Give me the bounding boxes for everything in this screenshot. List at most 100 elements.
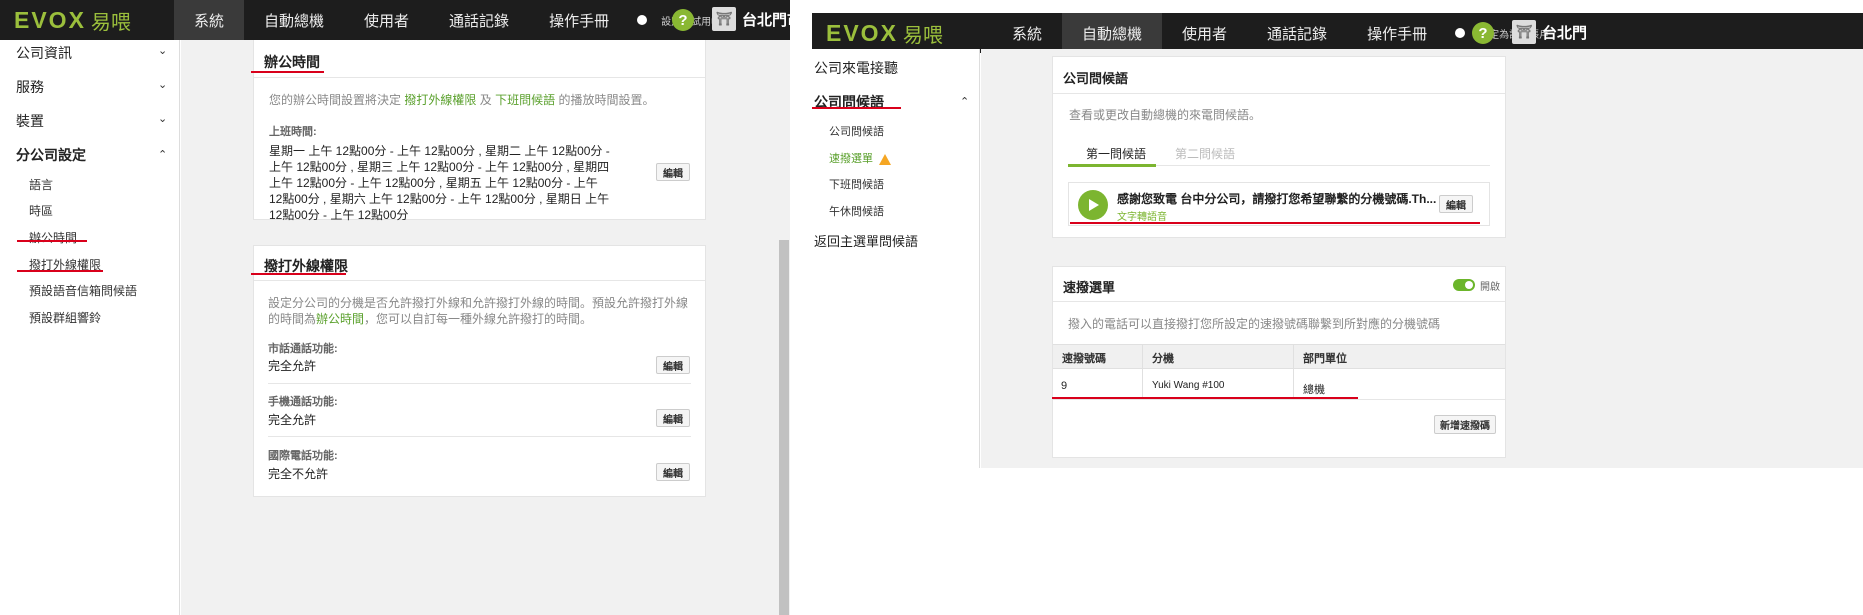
sidebar-item-branch-settings[interactable]: 分公司設定 <box>16 145 86 165</box>
warning-icon <box>879 153 891 165</box>
mobile-value: 完全允許 <box>268 413 317 427</box>
account-name: 台北門 <box>1542 24 1588 42</box>
tab-second-greeting[interactable]: 第二問候語 <box>1175 145 1235 162</box>
chevron-down-icon[interactable]: ⌄ <box>158 78 167 91</box>
edit-button[interactable]: 編輯 <box>656 163 690 181</box>
account-selector[interactable]: ⛩ 台北門市 <box>712 7 790 31</box>
card-title: 辦公時間 <box>264 54 320 70</box>
help-icon[interactable]: ? <box>1472 22 1494 44</box>
annotation-underline <box>1052 397 1358 399</box>
edit-mobile-button[interactable]: 編輯 <box>656 409 690 427</box>
sidebar-item-company-answering[interactable]: 公司來電接聽 <box>814 58 898 78</box>
outbound-link[interactable]: 撥打外線權限 <box>404 93 476 107</box>
evox-logo[interactable]: EVOX 易喂 <box>0 6 174 35</box>
sidebar-item-devices[interactable]: 裝置 <box>16 111 44 131</box>
nav-call-log[interactable]: 通話記錄 <box>1247 13 1347 53</box>
office-hours-description: 您的辦公時間設置將決定 撥打外線權限 及 下班問候語 的播放時間設置。 <box>269 92 699 108</box>
sidebar-subitem-company-greeting[interactable]: 公司問候語 <box>829 123 884 139</box>
sidebar-item-back-main[interactable]: 返回主選單問候語 <box>814 231 918 250</box>
annotation-underline <box>17 270 103 272</box>
add-speed-dial-button[interactable]: 新增速撥碼 <box>1434 415 1496 434</box>
logo-text: EVOX <box>14 6 86 33</box>
nav-manual[interactable]: 操作手冊 <box>529 0 629 40</box>
logo-chinese: 易喂 <box>90 11 131 34</box>
sidebar-subitem-lunch-greeting[interactable]: 午休問候語 <box>829 203 884 219</box>
edit-international-button[interactable]: 編輯 <box>656 463 690 481</box>
sidebar-subitem-after-hours[interactable]: 下班問候語 <box>829 176 884 192</box>
nav-call-log[interactable]: 通話記錄 <box>429 0 529 40</box>
col-divider <box>1142 344 1143 399</box>
greeting-message-text: 感謝您致電 台中分公司，請撥打您希望聯繫的分機號碼.Th... <box>1117 192 1437 206</box>
sidebar-item-services[interactable]: 服務 <box>16 77 44 97</box>
edit-landline-button[interactable]: 編輯 <box>656 356 690 374</box>
sidebar-subitem-voicemail-greeting[interactable]: 預設語音信箱問候語 <box>29 282 137 299</box>
sidebar-item-company-greeting[interactable]: 公司問候語 <box>814 92 884 112</box>
radio-dot-icon <box>1455 28 1466 38</box>
sidebar-subitem-speed-dial[interactable]: 速撥選單 <box>829 150 891 166</box>
divider <box>268 383 691 384</box>
office-hours-link[interactable]: 辦公時間 <box>316 312 364 326</box>
play-icon[interactable] <box>1078 190 1108 220</box>
sidebar-subitem-language[interactable]: 語言 <box>29 176 53 193</box>
card-title: 速撥選單 <box>1063 280 1116 295</box>
company-greeting-card: 公司問候語 查看或更改自動總機的來電問候語。 第一問候語 第二問候語 感謝您致電… <box>1052 56 1506 238</box>
divider <box>254 280 705 281</box>
speed-dial-card: 速撥選單 開啟 撥入的電話可以直接撥打您所設定的速撥號碼聯繫到所對應的分機號碼 … <box>1052 266 1506 458</box>
scrollbar-thumb[interactable] <box>779 240 789 615</box>
divider <box>1053 93 1505 94</box>
annotation-underline <box>1070 222 1480 224</box>
office-hours-card: 辦公時間 您的辦公時間設置將決定 撥打外線權限 及 下班問候語 的播放時間設置。… <box>253 40 706 222</box>
top-nav-bar: EVOX 易喂 系統 自動總機 使用者 通話記錄 操作手冊 設定為試用帳戶 ? … <box>812 13 1863 53</box>
chevron-down-icon[interactable]: ⌄ <box>158 112 167 125</box>
mobile-label: 手機通話功能: <box>268 396 338 408</box>
left-screenshot: EVOX 易喂 系統 自動總機 使用者 通話記錄 操作手冊 設定為試用帳戶 ? … <box>0 0 790 615</box>
account-selector[interactable]: ⛩ 台北門 <box>1512 20 1587 44</box>
radio-dot-icon <box>637 15 648 25</box>
annotation-underline <box>251 71 324 73</box>
sidebar-item-company-info[interactable]: 公司資訊 <box>16 43 72 63</box>
landline-value: 完全允許 <box>268 359 317 373</box>
sidebar-subitem-office-hours[interactable]: 辦公時間 <box>29 229 77 246</box>
nav-system[interactable]: 系統 <box>174 0 245 40</box>
annotation-underline <box>251 273 346 275</box>
building-icon: ⛩ <box>712 7 736 31</box>
nav-system[interactable]: 系統 <box>992 13 1062 53</box>
sidebar: 公司來電接聽 公司問候語 ⌃ 公司問候語 速撥選單 下班問候語 午休問候語 返回… <box>812 49 980 468</box>
active-tab-indicator <box>1068 164 1156 167</box>
outbound-description: 設定分公司的分機是否允許撥打外線和允許撥打外線的時間。預設允許撥打外線的時間為辦… <box>268 295 696 327</box>
desc-text: 您的辦公時間設置將決定 <box>269 93 402 107</box>
divider <box>1156 165 1490 166</box>
sidebar-subitem-ring-group[interactable]: 預設群組響鈴 <box>29 309 101 326</box>
after-hours-link[interactable]: 下班問候語 <box>495 93 555 107</box>
tab-first-greeting[interactable]: 第一問候語 <box>1086 145 1146 162</box>
nav-users[interactable]: 使用者 <box>1162 13 1247 53</box>
divider <box>268 436 691 437</box>
building-icon: ⛩ <box>1512 20 1536 44</box>
logo-text: EVOX <box>826 19 898 46</box>
toggle-label: 開啟 <box>1480 282 1500 293</box>
help-icon[interactable]: ? <box>672 9 694 31</box>
work-hours-label: 上班時間: <box>269 126 317 138</box>
chevron-down-icon[interactable]: ⌄ <box>158 44 167 57</box>
evox-logo[interactable]: EVOX 易喂 <box>812 19 992 48</box>
work-hours-value: 星期一 上午 12點00分 - 上午 12點00分 , 星期二 上午 12點00… <box>269 144 610 222</box>
speed-dial-description: 撥入的電話可以直接撥打您所設定的速撥號碼聯繫到所對應的分機號碼 <box>1068 317 1441 331</box>
account-name: 台北門市 <box>742 11 790 29</box>
desc-text: ，您可以自訂每一種外線允許撥打的時間。 <box>364 312 593 326</box>
landline-label: 市話通話功能: <box>268 343 338 355</box>
greeting-message-type: 文字轉語音 <box>1117 212 1167 223</box>
nav-auto-attendant[interactable]: 自動總機 <box>1062 13 1163 53</box>
desc-text: 及 <box>479 93 492 107</box>
card-title: 公司問候語 <box>1063 71 1129 86</box>
nav-manual[interactable]: 操作手冊 <box>1347 13 1447 53</box>
nav-auto-attendant[interactable]: 自動總機 <box>244 0 344 40</box>
table-header <box>1053 344 1505 369</box>
sidebar-subitem-timezone[interactable]: 時區 <box>29 202 53 219</box>
speed-dial-label: 速撥選單 <box>829 153 873 165</box>
chevron-up-icon[interactable]: ⌃ <box>960 95 969 108</box>
chevron-up-icon[interactable]: ⌃ <box>158 148 167 161</box>
nav-users[interactable]: 使用者 <box>344 0 429 40</box>
edit-greeting-button[interactable]: 編輯 <box>1439 195 1473 213</box>
outbound-permission-card: 撥打外線權限 設定分公司的分機是否允許撥打外線和允許撥打外線的時間。預設允許撥打… <box>253 245 706 497</box>
speed-dial-toggle[interactable] <box>1453 279 1475 291</box>
